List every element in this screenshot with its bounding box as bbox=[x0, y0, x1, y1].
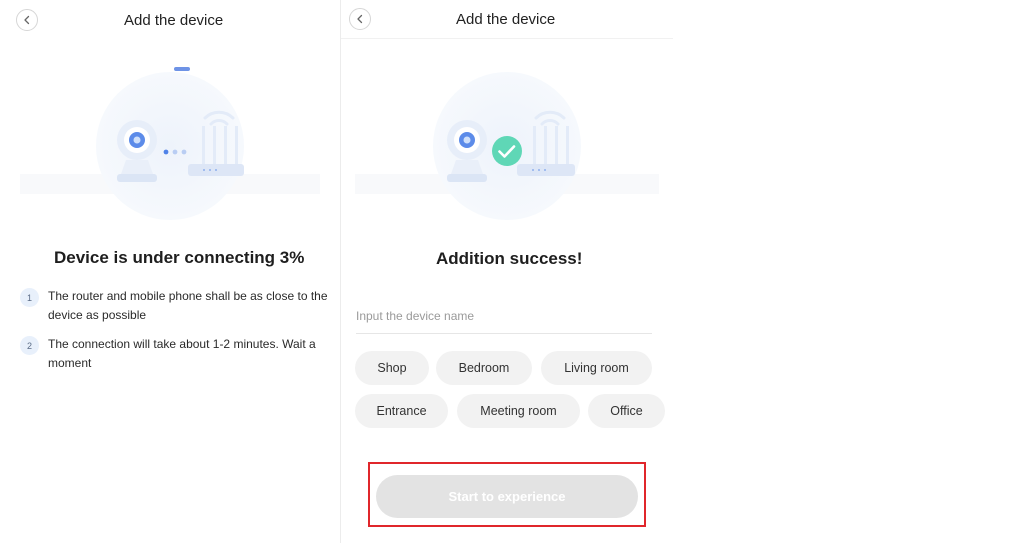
camera-icon bbox=[447, 120, 487, 182]
chevron-left-icon bbox=[24, 15, 30, 25]
success-illustration bbox=[355, 62, 659, 222]
step-number-badge: 1 bbox=[20, 288, 39, 307]
back-button[interactable] bbox=[349, 8, 371, 30]
check-circle-icon bbox=[492, 136, 522, 166]
room-chip-living-room[interactable]: Living room bbox=[541, 351, 652, 385]
tip-item: 2 The connection will take about 1-2 min… bbox=[20, 335, 332, 373]
progress-arc bbox=[174, 67, 190, 71]
connecting-illustration bbox=[20, 62, 320, 222]
camera-icon bbox=[117, 120, 157, 182]
tips-list: 1 The router and mobile phone shall be a… bbox=[20, 287, 332, 383]
tip-text: The connection will take about 1-2 minut… bbox=[48, 337, 316, 370]
screen: Add the device Device is under connectin… bbox=[0, 0, 1020, 543]
chevron-left-icon bbox=[357, 14, 363, 24]
tip-text: The router and mobile phone shall be as … bbox=[48, 289, 328, 322]
connecting-status: Device is under connecting 3% bbox=[54, 248, 305, 267]
back-button[interactable] bbox=[16, 9, 38, 31]
step-number-badge: 2 bbox=[20, 336, 39, 355]
page-title: Add the device bbox=[124, 12, 224, 29]
room-chip-shop[interactable]: Shop bbox=[355, 351, 429, 385]
connecting-dots bbox=[163, 149, 187, 155]
room-chip-office[interactable]: Office bbox=[588, 394, 665, 428]
page-title: Add the device bbox=[456, 11, 556, 28]
room-chip-meeting-room[interactable]: Meeting room bbox=[457, 394, 580, 428]
start-experience-button[interactable]: Start to experience bbox=[376, 475, 638, 518]
device-name-input[interactable] bbox=[356, 300, 652, 334]
connecting-screen: Add the device Device is under connectin… bbox=[0, 0, 340, 543]
room-chip-entrance[interactable]: Entrance bbox=[355, 394, 448, 428]
header-divider bbox=[341, 38, 673, 39]
tip-item: 1 The router and mobile phone shall be a… bbox=[20, 287, 332, 325]
success-status: Addition success! bbox=[436, 249, 583, 268]
room-chip-bedroom[interactable]: Bedroom bbox=[436, 351, 532, 385]
